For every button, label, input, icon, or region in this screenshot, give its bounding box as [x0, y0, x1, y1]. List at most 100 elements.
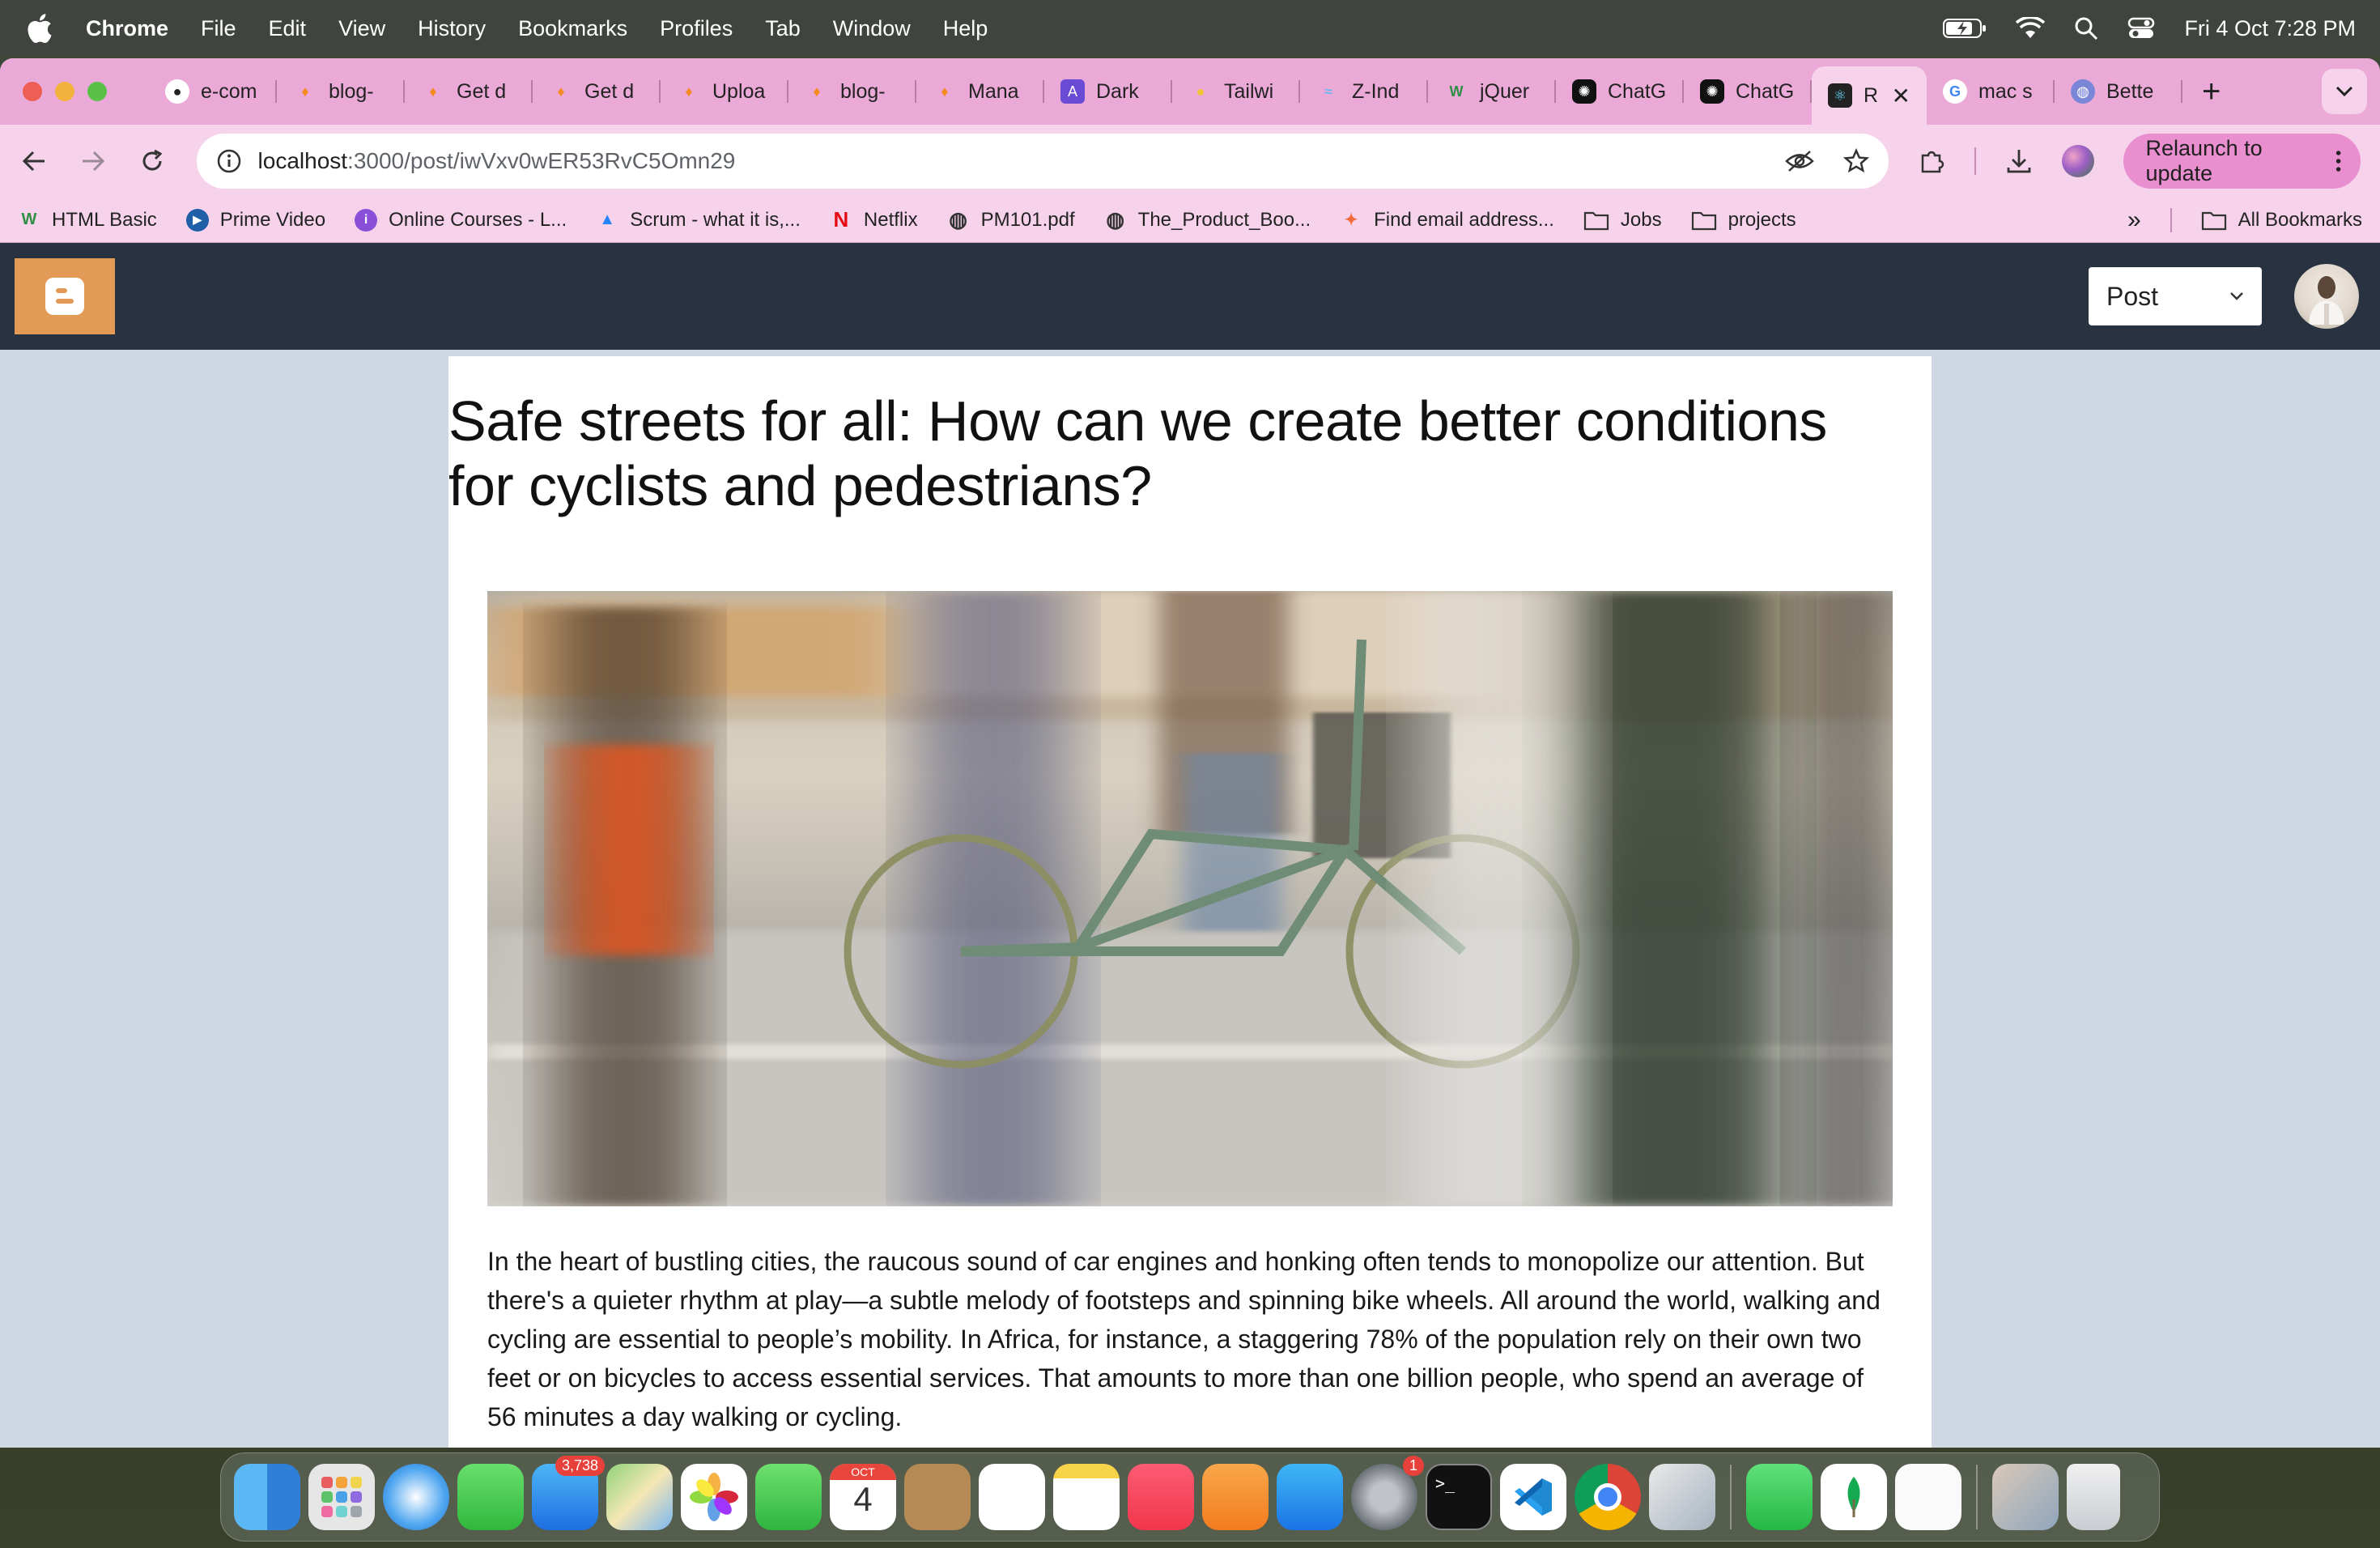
system-settings-icon[interactable]: 1	[1351, 1456, 1424, 1530]
reload-button[interactable]	[138, 145, 168, 177]
tab-firebase-blog-2[interactable]: ♦ blog-	[788, 66, 916, 117]
app-store-icon[interactable]	[1277, 1464, 1343, 1530]
user-avatar[interactable]	[2294, 264, 2359, 329]
tab-dark[interactable]: A Dark	[1044, 66, 1172, 117]
music-icon[interactable]	[1128, 1464, 1194, 1530]
close-window-button[interactable]	[23, 82, 42, 101]
bookmark-html-basic[interactable]: W HTML Basic	[18, 209, 157, 232]
tab-jquery[interactable]: WjQuer	[1428, 66, 1556, 117]
w3-icon: W	[21, 211, 37, 228]
globe-icon: ◍	[949, 207, 967, 232]
tab-z-index[interactable]: ≈ Z-Ind	[1300, 66, 1428, 117]
spotlight-search-icon[interactable]	[2074, 16, 2098, 40]
tab-firebase-upload[interactable]: ♦ Uploa	[661, 66, 788, 117]
site-info-icon[interactable]	[216, 148, 242, 174]
facetime-icon[interactable]	[755, 1464, 822, 1530]
tab-chatgpt-2[interactable]: ✺ ChatG	[1684, 66, 1812, 117]
tab-firebase-blog[interactable]: ♦ blog-	[277, 66, 405, 117]
tab-github[interactable]: ● e-com	[149, 66, 277, 117]
bookmark-product-book[interactable]: ◍ The_Product_Boo...	[1104, 207, 1311, 232]
menu-help[interactable]: Help	[943, 16, 988, 41]
reminders-icon[interactable]	[979, 1464, 1045, 1530]
calendar-month: OCT	[830, 1464, 896, 1480]
tab-search-button[interactable]	[2322, 69, 2367, 114]
downloads-stack-icon[interactable]	[1992, 1464, 2059, 1530]
tab-firebase-get[interactable]: ♦ Get d	[405, 66, 533, 117]
forward-button[interactable]	[79, 145, 108, 177]
download-icon[interactable]	[2005, 147, 2033, 175]
folder-icon	[1583, 211, 1609, 230]
menu-tab[interactable]: Tab	[765, 16, 801, 41]
menubar-clock[interactable]: Fri 4 Oct 7:28 PM	[2184, 16, 2356, 41]
zoom-window-button[interactable]	[87, 82, 107, 101]
apple-icon[interactable]	[24, 12, 53, 45]
all-bookmarks-button[interactable]: All Bookmarks	[2201, 209, 2362, 232]
menu-window[interactable]: Window	[833, 16, 911, 41]
post-select-dropdown[interactable]: Post	[2089, 267, 2262, 325]
terminal-icon[interactable]: >_	[1426, 1464, 1492, 1530]
tab-chatgpt[interactable]: ✺ ChatG	[1556, 66, 1684, 117]
pages-icon[interactable]	[1202, 1464, 1269, 1530]
menu-file[interactable]: File	[201, 16, 236, 41]
profile-avatar-icon[interactable]	[2061, 145, 2094, 177]
vscode-icon[interactable]	[1500, 1464, 1566, 1530]
trash-icon[interactable]	[2067, 1464, 2120, 1530]
chrome-icon[interactable]	[1575, 1464, 1641, 1530]
menu-app-name[interactable]: Chrome	[86, 16, 168, 41]
bookmark-star-icon[interactable]	[1842, 148, 1869, 174]
mail-icon[interactable]: 3,738	[532, 1456, 605, 1530]
bookmark-netflix[interactable]: N Netflix	[830, 207, 918, 232]
menu-bookmarks[interactable]: Bookmarks	[518, 16, 627, 41]
bookmark-online-courses[interactable]: i Online Courses - L...	[355, 208, 567, 232]
menu-profiles[interactable]: Profiles	[660, 16, 733, 41]
launchpad-icon[interactable]	[308, 1464, 375, 1530]
bookmarks-overflow-icon[interactable]: »	[2127, 206, 2141, 234]
minimize-window-button[interactable]	[55, 82, 74, 101]
mongodb-compass-icon[interactable]	[1821, 1464, 1887, 1530]
bookmark-folder-jobs[interactable]: Jobs	[1583, 209, 1662, 232]
maps-icon[interactable]	[606, 1464, 673, 1530]
iphone-mirroring-icon[interactable]	[1649, 1464, 1715, 1530]
extensions-icon[interactable]	[1918, 147, 1945, 175]
menu-view[interactable]: View	[338, 16, 385, 41]
firebase-icon: ♦	[813, 83, 821, 100]
eye-off-icon[interactable]	[1784, 149, 1814, 173]
bookmark-find-email[interactable]: ✦ Find email address...	[1340, 209, 1554, 232]
tab-better[interactable]: ◍ Bette	[2055, 66, 2182, 117]
menu-edit[interactable]: Edit	[269, 16, 307, 41]
menu-history[interactable]: History	[418, 16, 486, 41]
tab-tailwind[interactable]: ● Tailwi	[1172, 66, 1300, 117]
messages-icon[interactable]	[457, 1464, 524, 1530]
textedit-icon[interactable]	[1895, 1464, 1961, 1530]
bookmarks-bar-right: » All Bookmarks	[2127, 206, 2362, 234]
new-tab-button[interactable]: +	[2202, 74, 2221, 110]
wifi-icon[interactable]	[2016, 17, 2046, 40]
back-button[interactable]	[19, 145, 49, 177]
tab-firebase-get-2[interactable]: ♦ Get d	[533, 66, 661, 117]
firebase-icon: ♦	[685, 83, 693, 100]
tab-firebase-manage[interactable]: ♦ Mana	[916, 66, 1044, 117]
bookmark-folder-projects[interactable]: projects	[1691, 209, 1796, 232]
control-center-icon[interactable]	[2127, 17, 2155, 40]
close-tab-icon[interactable]: ✕	[1892, 83, 1910, 109]
contacts-icon[interactable]	[904, 1464, 971, 1530]
tab-react-active[interactable]: ⚛ R ✕	[1812, 66, 1927, 125]
blogger-logo[interactable]	[15, 258, 115, 334]
address-bar[interactable]: localhost:3000/post/iwVxv0wER53RvC5Omn29	[196, 134, 1889, 189]
bookmark-scrum[interactable]: ▲ Scrum - what it is,...	[596, 209, 801, 232]
relaunch-to-update-button[interactable]: Relaunch to update	[2123, 134, 2361, 189]
finder-icon[interactable]	[234, 1464, 300, 1530]
bookmark-pm101[interactable]: ◍ PM101.pdf	[947, 207, 1074, 232]
tab-google[interactable]: Gmac s	[1927, 66, 2055, 117]
calendar-icon[interactable]: OCT 4	[830, 1464, 896, 1530]
url-text[interactable]: localhost:3000/post/iwVxv0wER53RvC5Omn29	[258, 148, 736, 174]
toolbar-actions	[1918, 145, 2094, 177]
photos-icon[interactable]	[681, 1464, 747, 1530]
play-icon: ▶	[185, 208, 209, 232]
safari-icon[interactable]	[383, 1464, 449, 1530]
bookmark-prime-video[interactable]: ▶ Prime Video	[185, 208, 325, 232]
bookmarks-bar: W HTML Basic ▶ Prime Video i Online Courses…	[0, 198, 2380, 243]
notes-icon[interactable]	[1053, 1464, 1120, 1530]
battery-icon[interactable]	[1943, 17, 1987, 40]
whatsapp-icon[interactable]	[1746, 1464, 1813, 1530]
